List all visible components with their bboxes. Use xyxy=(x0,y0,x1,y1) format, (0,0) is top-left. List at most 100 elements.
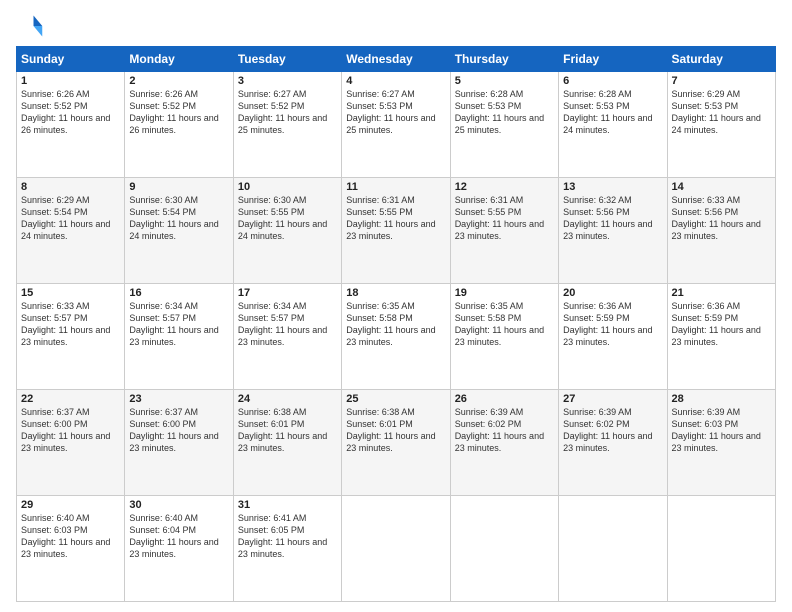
calendar-cell: 30Sunrise: 6:40 AMSunset: 6:04 PMDayligh… xyxy=(125,496,233,602)
calendar-header-day: Thursday xyxy=(450,47,558,72)
day-number: 20 xyxy=(563,287,662,299)
day-number: 21 xyxy=(672,287,771,299)
day-info: Sunrise: 6:28 AMSunset: 5:53 PMDaylight:… xyxy=(455,88,554,137)
calendar-cell: 14Sunrise: 6:33 AMSunset: 5:56 PMDayligh… xyxy=(667,178,775,284)
day-info: Sunrise: 6:41 AMSunset: 6:05 PMDaylight:… xyxy=(238,512,337,561)
day-number: 15 xyxy=(21,287,120,299)
logo xyxy=(16,12,48,40)
calendar-cell xyxy=(667,496,775,602)
day-number: 25 xyxy=(346,393,445,405)
day-info: Sunrise: 6:29 AMSunset: 5:54 PMDaylight:… xyxy=(21,194,120,243)
calendar-cell: 16Sunrise: 6:34 AMSunset: 5:57 PMDayligh… xyxy=(125,284,233,390)
calendar-cell: 1Sunrise: 6:26 AMSunset: 5:52 PMDaylight… xyxy=(17,72,125,178)
day-info: Sunrise: 6:26 AMSunset: 5:52 PMDaylight:… xyxy=(21,88,120,137)
day-number: 11 xyxy=(346,181,445,193)
calendar-cell: 23Sunrise: 6:37 AMSunset: 6:00 PMDayligh… xyxy=(125,390,233,496)
calendar-body: 1Sunrise: 6:26 AMSunset: 5:52 PMDaylight… xyxy=(17,72,776,602)
calendar-cell: 6Sunrise: 6:28 AMSunset: 5:53 PMDaylight… xyxy=(559,72,667,178)
day-info: Sunrise: 6:27 AMSunset: 5:53 PMDaylight:… xyxy=(346,88,445,137)
calendar-cell: 25Sunrise: 6:38 AMSunset: 6:01 PMDayligh… xyxy=(342,390,450,496)
calendar-cell: 3Sunrise: 6:27 AMSunset: 5:52 PMDaylight… xyxy=(233,72,341,178)
calendar-cell: 12Sunrise: 6:31 AMSunset: 5:55 PMDayligh… xyxy=(450,178,558,284)
day-info: Sunrise: 6:30 AMSunset: 5:54 PMDaylight:… xyxy=(129,194,228,243)
day-number: 23 xyxy=(129,393,228,405)
day-number: 4 xyxy=(346,75,445,87)
calendar-cell: 20Sunrise: 6:36 AMSunset: 5:59 PMDayligh… xyxy=(559,284,667,390)
day-info: Sunrise: 6:29 AMSunset: 5:53 PMDaylight:… xyxy=(672,88,771,137)
calendar-header-day: Sunday xyxy=(17,47,125,72)
day-number: 3 xyxy=(238,75,337,87)
day-number: 16 xyxy=(129,287,228,299)
day-info: Sunrise: 6:38 AMSunset: 6:01 PMDaylight:… xyxy=(238,406,337,455)
calendar-header-day: Wednesday xyxy=(342,47,450,72)
day-info: Sunrise: 6:36 AMSunset: 5:59 PMDaylight:… xyxy=(563,300,662,349)
calendar-header-row: SundayMondayTuesdayWednesdayThursdayFrid… xyxy=(17,47,776,72)
calendar-week-row: 15Sunrise: 6:33 AMSunset: 5:57 PMDayligh… xyxy=(17,284,776,390)
day-number: 1 xyxy=(21,75,120,87)
day-info: Sunrise: 6:39 AMSunset: 6:02 PMDaylight:… xyxy=(455,406,554,455)
day-number: 7 xyxy=(672,75,771,87)
day-number: 24 xyxy=(238,393,337,405)
calendar-cell: 29Sunrise: 6:40 AMSunset: 6:03 PMDayligh… xyxy=(17,496,125,602)
day-info: Sunrise: 6:27 AMSunset: 5:52 PMDaylight:… xyxy=(238,88,337,137)
calendar-cell: 13Sunrise: 6:32 AMSunset: 5:56 PMDayligh… xyxy=(559,178,667,284)
day-number: 22 xyxy=(21,393,120,405)
calendar-cell: 10Sunrise: 6:30 AMSunset: 5:55 PMDayligh… xyxy=(233,178,341,284)
calendar-header-day: Saturday xyxy=(667,47,775,72)
calendar-cell: 22Sunrise: 6:37 AMSunset: 6:00 PMDayligh… xyxy=(17,390,125,496)
calendar-week-row: 22Sunrise: 6:37 AMSunset: 6:00 PMDayligh… xyxy=(17,390,776,496)
calendar-header-day: Monday xyxy=(125,47,233,72)
day-info: Sunrise: 6:30 AMSunset: 5:55 PMDaylight:… xyxy=(238,194,337,243)
header xyxy=(16,12,776,40)
calendar-cell: 9Sunrise: 6:30 AMSunset: 5:54 PMDaylight… xyxy=(125,178,233,284)
calendar-cell xyxy=(559,496,667,602)
calendar-week-row: 8Sunrise: 6:29 AMSunset: 5:54 PMDaylight… xyxy=(17,178,776,284)
day-info: Sunrise: 6:31 AMSunset: 5:55 PMDaylight:… xyxy=(346,194,445,243)
day-number: 10 xyxy=(238,181,337,193)
day-number: 9 xyxy=(129,181,228,193)
calendar-cell: 24Sunrise: 6:38 AMSunset: 6:01 PMDayligh… xyxy=(233,390,341,496)
calendar-cell: 5Sunrise: 6:28 AMSunset: 5:53 PMDaylight… xyxy=(450,72,558,178)
calendar-cell: 4Sunrise: 6:27 AMSunset: 5:53 PMDaylight… xyxy=(342,72,450,178)
day-info: Sunrise: 6:35 AMSunset: 5:58 PMDaylight:… xyxy=(346,300,445,349)
day-info: Sunrise: 6:35 AMSunset: 5:58 PMDaylight:… xyxy=(455,300,554,349)
calendar-cell: 18Sunrise: 6:35 AMSunset: 5:58 PMDayligh… xyxy=(342,284,450,390)
day-number: 26 xyxy=(455,393,554,405)
calendar-cell xyxy=(450,496,558,602)
day-number: 30 xyxy=(129,499,228,511)
calendar-cell: 15Sunrise: 6:33 AMSunset: 5:57 PMDayligh… xyxy=(17,284,125,390)
calendar-week-row: 1Sunrise: 6:26 AMSunset: 5:52 PMDaylight… xyxy=(17,72,776,178)
calendar-cell: 11Sunrise: 6:31 AMSunset: 5:55 PMDayligh… xyxy=(342,178,450,284)
logo-icon xyxy=(16,12,44,40)
day-number: 17 xyxy=(238,287,337,299)
day-number: 2 xyxy=(129,75,228,87)
day-info: Sunrise: 6:39 AMSunset: 6:02 PMDaylight:… xyxy=(563,406,662,455)
day-number: 27 xyxy=(563,393,662,405)
calendar-header-day: Friday xyxy=(559,47,667,72)
day-info: Sunrise: 6:28 AMSunset: 5:53 PMDaylight:… xyxy=(563,88,662,137)
day-number: 28 xyxy=(672,393,771,405)
day-number: 18 xyxy=(346,287,445,299)
calendar-cell: 27Sunrise: 6:39 AMSunset: 6:02 PMDayligh… xyxy=(559,390,667,496)
calendar-cell: 7Sunrise: 6:29 AMSunset: 5:53 PMDaylight… xyxy=(667,72,775,178)
day-info: Sunrise: 6:36 AMSunset: 5:59 PMDaylight:… xyxy=(672,300,771,349)
day-info: Sunrise: 6:37 AMSunset: 6:00 PMDaylight:… xyxy=(21,406,120,455)
day-info: Sunrise: 6:32 AMSunset: 5:56 PMDaylight:… xyxy=(563,194,662,243)
calendar-cell: 19Sunrise: 6:35 AMSunset: 5:58 PMDayligh… xyxy=(450,284,558,390)
day-number: 5 xyxy=(455,75,554,87)
day-number: 14 xyxy=(672,181,771,193)
day-info: Sunrise: 6:40 AMSunset: 6:04 PMDaylight:… xyxy=(129,512,228,561)
calendar-week-row: 29Sunrise: 6:40 AMSunset: 6:03 PMDayligh… xyxy=(17,496,776,602)
calendar-cell: 17Sunrise: 6:34 AMSunset: 5:57 PMDayligh… xyxy=(233,284,341,390)
calendar-cell: 21Sunrise: 6:36 AMSunset: 5:59 PMDayligh… xyxy=(667,284,775,390)
day-number: 31 xyxy=(238,499,337,511)
calendar-header-day: Tuesday xyxy=(233,47,341,72)
day-number: 12 xyxy=(455,181,554,193)
day-info: Sunrise: 6:37 AMSunset: 6:00 PMDaylight:… xyxy=(129,406,228,455)
day-number: 6 xyxy=(563,75,662,87)
calendar-cell: 8Sunrise: 6:29 AMSunset: 5:54 PMDaylight… xyxy=(17,178,125,284)
day-number: 13 xyxy=(563,181,662,193)
calendar-table: SundayMondayTuesdayWednesdayThursdayFrid… xyxy=(16,46,776,602)
day-info: Sunrise: 6:26 AMSunset: 5:52 PMDaylight:… xyxy=(129,88,228,137)
calendar-cell: 28Sunrise: 6:39 AMSunset: 6:03 PMDayligh… xyxy=(667,390,775,496)
